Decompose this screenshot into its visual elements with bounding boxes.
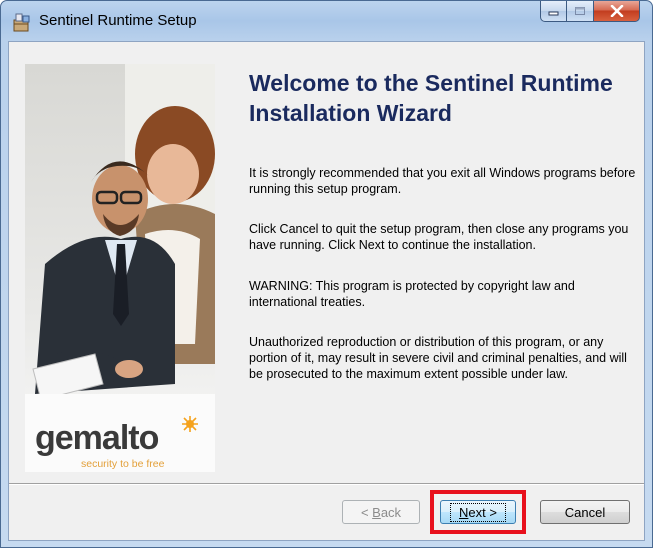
title-bar[interactable]: Sentinel Runtime Setup [1,1,652,41]
paragraph-unauthorized: Unauthorized reproduction or distributio… [249,335,627,381]
logo-star-icon [182,416,198,432]
button-bar-separator [9,483,644,485]
wizard-heading: Welcome to the Sentinel Runtime Installa… [249,70,613,126]
back-button-prefix: < [360,504,373,520]
minimize-button[interactable] [540,1,567,22]
back-button-rest: ack [380,504,402,520]
back-button[interactable]: < Back [342,500,420,524]
window-title: Sentinel Runtime Setup [39,12,197,29]
welcome-panel: gemalto security to be free Welcome to t… [9,42,644,483]
maximize-icon [575,7,585,15]
banner-image: gemalto security to be free [25,64,215,472]
back-button-accelerator: B [372,504,381,520]
close-button[interactable] [594,1,640,22]
brand-tagline: security to be free [81,458,165,470]
paragraph-copyright-warning: WARNING: This program is protected by co… [249,279,575,309]
brand-logo-text: gemalto [35,419,159,457]
paragraph-cancel-next: Click Cancel to quit the setup program, … [249,222,629,252]
banner-illustration: gemalto security to be free [25,64,215,472]
setup-window: Sentinel Runtime Setup gemalto security … [0,0,653,548]
setup-app-icon [13,13,30,32]
cancel-button[interactable]: Cancel [540,500,630,524]
caption-buttons [540,1,640,23]
close-icon [610,5,623,17]
paragraph-exit-programs: It is strongly recommended that you exit… [249,166,636,196]
maximize-button[interactable] [567,1,594,22]
next-button-highlight [430,490,526,534]
dialog-client-area: gemalto security to be free Welcome to t… [8,41,645,541]
minimize-icon [548,11,558,16]
